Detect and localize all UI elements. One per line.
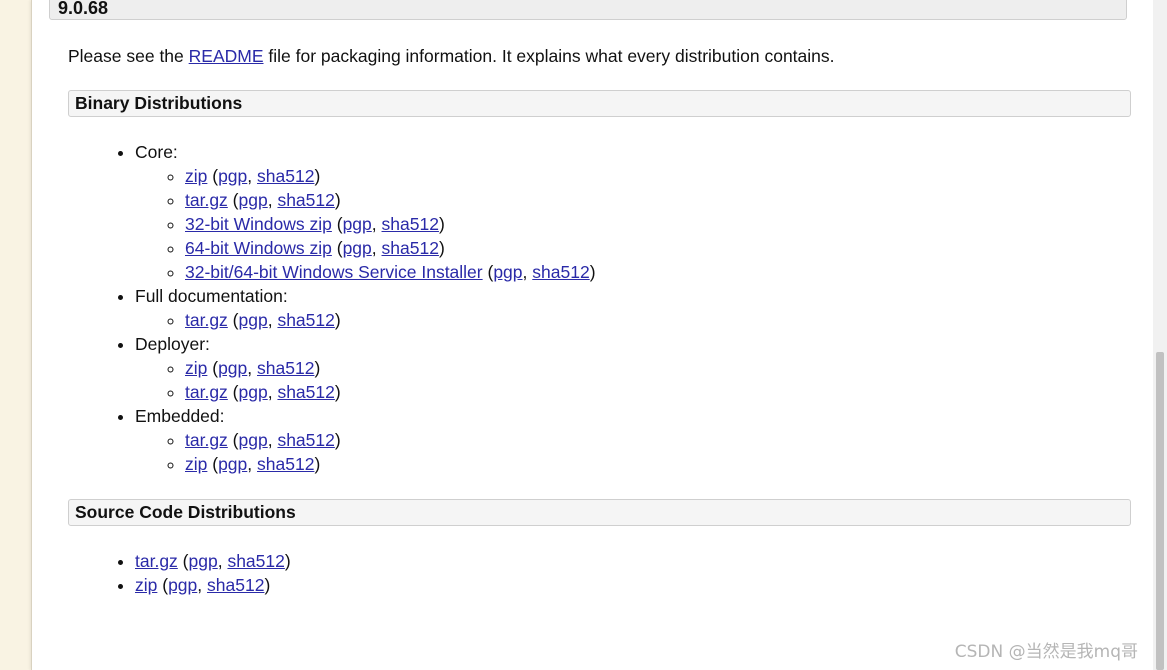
- distribution-group-label: Full documentation:: [135, 286, 288, 306]
- download-item-0-4: 32-bit/64-bit Windows Service Installer …: [185, 260, 596, 284]
- download-item-1-0: tar.gz (pgp, sha512): [185, 308, 596, 332]
- pgp-signature-link[interactable]: pgp: [218, 166, 247, 186]
- download-item-source-1: zip (pgp, sha512): [135, 573, 291, 597]
- main-content: 9.0.68 Please see the README file for pa…: [31, 0, 1154, 670]
- pgp-signature-link[interactable]: pgp: [493, 262, 522, 282]
- pgp-signature-link[interactable]: pgp: [239, 430, 268, 450]
- distribution-group-label: Embedded:: [135, 406, 225, 426]
- watermark: CSDN @当然是我mq哥: [954, 642, 1138, 662]
- download-link[interactable]: 32-bit Windows zip: [185, 214, 332, 234]
- pgp-signature-link[interactable]: pgp: [239, 190, 268, 210]
- page-margin: [0, 0, 31, 670]
- download-item-3-0: tar.gz (pgp, sha512): [185, 428, 596, 452]
- distribution-sublist: zip (pgp, sha512)tar.gz (pgp, sha512)32-…: [135, 164, 596, 284]
- distribution-group: Full documentation:tar.gz (pgp, sha512): [135, 284, 596, 332]
- download-link[interactable]: tar.gz: [185, 430, 228, 450]
- download-item-source-0: tar.gz (pgp, sha512): [135, 549, 291, 573]
- version-heading: 9.0.68: [49, 0, 1127, 20]
- sha512-checksum-link[interactable]: sha512: [277, 190, 334, 210]
- source-distributions-list: tar.gz (pgp, sha512)zip (pgp, sha512): [98, 549, 291, 597]
- source-distributions-heading: Source Code Distributions: [68, 499, 1131, 526]
- pgp-signature-link[interactable]: pgp: [239, 310, 268, 330]
- readme-link[interactable]: README: [189, 46, 264, 66]
- intro-suffix: file for packaging information. It expla…: [263, 46, 835, 66]
- download-link[interactable]: zip: [185, 166, 207, 186]
- binary-distributions-heading: Binary Distributions: [68, 90, 1131, 117]
- distribution-group-label: Core:: [135, 142, 178, 162]
- download-link[interactable]: 64-bit Windows zip: [185, 238, 332, 258]
- pgp-signature-link[interactable]: pgp: [239, 382, 268, 402]
- download-item-3-1: zip (pgp, sha512): [185, 452, 596, 476]
- download-item-2-0: zip (pgp, sha512): [185, 356, 596, 380]
- sha512-checksum-link[interactable]: sha512: [277, 430, 334, 450]
- sha512-checksum-link[interactable]: sha512: [257, 166, 314, 186]
- download-link[interactable]: tar.gz: [185, 190, 228, 210]
- pgp-signature-link[interactable]: pgp: [343, 238, 372, 258]
- download-link[interactable]: tar.gz: [135, 551, 178, 571]
- download-item-0-3: 64-bit Windows zip (pgp, sha512): [185, 236, 596, 260]
- distribution-group: Core:zip (pgp, sha512)tar.gz (pgp, sha51…: [135, 140, 596, 284]
- pgp-signature-link[interactable]: pgp: [218, 454, 247, 474]
- intro-prefix: Please see the: [68, 46, 189, 66]
- sha512-checksum-link[interactable]: sha512: [277, 310, 334, 330]
- distribution-group-label: Deployer:: [135, 334, 210, 354]
- sha512-checksum-link[interactable]: sha512: [227, 551, 284, 571]
- distribution-sublist: tar.gz (pgp, sha512): [135, 308, 596, 332]
- distribution-group: Embedded:tar.gz (pgp, sha512)zip (pgp, s…: [135, 404, 596, 476]
- distribution-sublist: zip (pgp, sha512)tar.gz (pgp, sha512): [135, 356, 596, 404]
- sha512-checksum-link[interactable]: sha512: [382, 214, 439, 234]
- download-link[interactable]: zip: [135, 575, 157, 595]
- distribution-sublist: tar.gz (pgp, sha512)zip (pgp, sha512): [135, 428, 596, 476]
- sha512-checksum-link[interactable]: sha512: [277, 382, 334, 402]
- sha512-checksum-link[interactable]: sha512: [532, 262, 589, 282]
- download-link[interactable]: 32-bit/64-bit Windows Service Installer: [185, 262, 483, 282]
- download-link[interactable]: zip: [185, 454, 207, 474]
- download-item-2-1: tar.gz (pgp, sha512): [185, 380, 596, 404]
- pgp-signature-link[interactable]: pgp: [189, 551, 218, 571]
- sha512-checksum-link[interactable]: sha512: [207, 575, 264, 595]
- vertical-scrollbar[interactable]: [1153, 0, 1167, 670]
- download-item-0-0: zip (pgp, sha512): [185, 164, 596, 188]
- download-link[interactable]: tar.gz: [185, 382, 228, 402]
- scrollbar-thumb[interactable]: [1156, 352, 1164, 670]
- sha512-checksum-link[interactable]: sha512: [382, 238, 439, 258]
- binary-distributions-list: Core:zip (pgp, sha512)tar.gz (pgp, sha51…: [98, 140, 596, 476]
- pgp-signature-link[interactable]: pgp: [168, 575, 197, 595]
- pgp-signature-link[interactable]: pgp: [218, 358, 247, 378]
- download-link[interactable]: tar.gz: [185, 310, 228, 330]
- download-link[interactable]: zip: [185, 358, 207, 378]
- distribution-group: Deployer:zip (pgp, sha512)tar.gz (pgp, s…: [135, 332, 596, 404]
- sha512-checksum-link[interactable]: sha512: [257, 358, 314, 378]
- download-item-0-1: tar.gz (pgp, sha512): [185, 188, 596, 212]
- sha512-checksum-link[interactable]: sha512: [257, 454, 314, 474]
- pgp-signature-link[interactable]: pgp: [343, 214, 372, 234]
- intro-paragraph: Please see the README file for packaging…: [68, 44, 835, 68]
- download-item-0-2: 32-bit Windows zip (pgp, sha512): [185, 212, 596, 236]
